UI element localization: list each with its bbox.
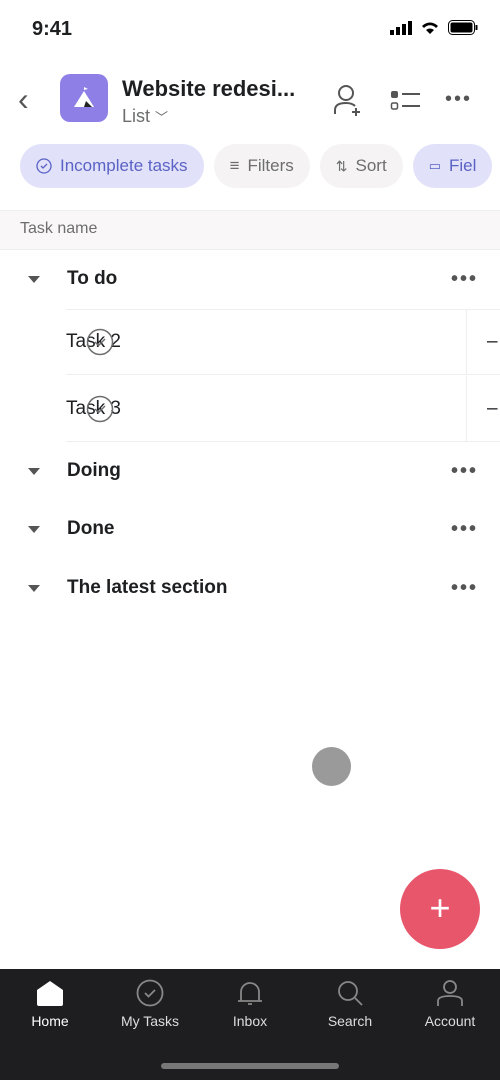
project-icon (60, 74, 108, 122)
back-icon[interactable]: ‹ (18, 83, 29, 115)
more-options-icon[interactable]: ••• (451, 518, 478, 541)
search-icon (338, 981, 363, 1006)
view-selector[interactable]: List ﹀ (122, 106, 168, 127)
home-indicator (161, 1063, 339, 1069)
status-time: 9:41 (32, 18, 73, 40)
chip-label: Fiel (448, 156, 477, 175)
complete-checkbox-icon[interactable] (86, 395, 114, 423)
header: ‹ Website redesi... List ﹀ ••• (0, 70, 500, 130)
fields-icon: ▭ (428, 158, 441, 173)
section-to-do[interactable]: To do ••• (0, 250, 500, 308)
chip-label: Incomplete tasks (60, 156, 188, 175)
tab-label: Home (31, 1013, 69, 1029)
plus-icon: + (429, 887, 451, 928)
status-bar: 9:41 (0, 0, 500, 60)
chip-incomplete-tasks[interactable]: Incomplete tasks (20, 144, 204, 188)
project-title[interactable]: Website redesi... (122, 76, 295, 102)
wifi-icon (422, 22, 438, 34)
add-task-fab[interactable]: + (400, 869, 480, 949)
task-field-value[interactable]: – (466, 308, 498, 375)
filter-icon: ≡ (229, 156, 240, 175)
tab-label: Account (424, 1013, 476, 1029)
section-the-latest-section[interactable]: The latest section ••• (0, 559, 500, 617)
view-label: List (122, 106, 151, 126)
check-circle-icon (136, 979, 164, 1007)
tab-label: My Tasks (120, 1013, 180, 1029)
home-icon (37, 981, 63, 1006)
section-doing[interactable]: Doing ••• (0, 442, 500, 500)
section-name: To do (67, 268, 118, 289)
more-options-icon[interactable]: ••• (451, 268, 478, 291)
collapse-triangle-icon[interactable] (28, 467, 40, 475)
task-row[interactable]: Task 3– (66, 375, 500, 442)
section-name: Doing (67, 460, 121, 481)
column-header-task-name: Task name (0, 210, 500, 250)
project-details-icon[interactable] (390, 90, 422, 112)
touch-indicator (312, 747, 351, 786)
chip-fields[interactable]: ▭ Fiel (412, 144, 493, 188)
task-field-value[interactable]: – (466, 375, 498, 442)
task-row[interactable]: Task 2– (66, 308, 500, 375)
chip-sort[interactable]: ⇅ Sort (319, 144, 403, 188)
complete-checkbox-icon[interactable] (86, 328, 114, 356)
more-options-icon[interactable]: ••• (451, 460, 478, 483)
chevron-down-icon: ﹀ (155, 110, 169, 125)
tab-label: Inbox (232, 1013, 268, 1029)
more-options-icon[interactable]: ••• (445, 88, 472, 111)
signal-icon (390, 20, 412, 35)
collapse-triangle-icon[interactable] (28, 525, 40, 533)
check-circle-icon (36, 158, 52, 174)
filter-chips: Incomplete tasks ≡ Filters ⇅ Sort ▭ Fiel (20, 144, 493, 188)
collapse-triangle-icon[interactable] (28, 584, 40, 592)
chip-label: Filters (247, 156, 294, 175)
tab-label: Search (327, 1013, 373, 1029)
battery-icon (448, 20, 478, 35)
collapse-triangle-icon[interactable] (28, 275, 40, 283)
account-icon (437, 980, 463, 1006)
section-name: Done (67, 518, 115, 539)
section-done[interactable]: Done ••• (0, 500, 500, 558)
chip-label: Sort (355, 156, 387, 175)
section-name: The latest section (67, 577, 228, 598)
more-options-icon[interactable]: ••• (451, 577, 478, 600)
add-member-icon[interactable] (332, 84, 364, 118)
tab-account[interactable]: Account (400, 969, 500, 1080)
bell-icon (238, 982, 262, 1005)
tab-home[interactable]: Home (0, 969, 100, 1080)
sort-icon: ⇅ (335, 157, 348, 174)
chip-filters[interactable]: ≡ Filters (213, 144, 310, 188)
status-icons (390, 20, 478, 35)
